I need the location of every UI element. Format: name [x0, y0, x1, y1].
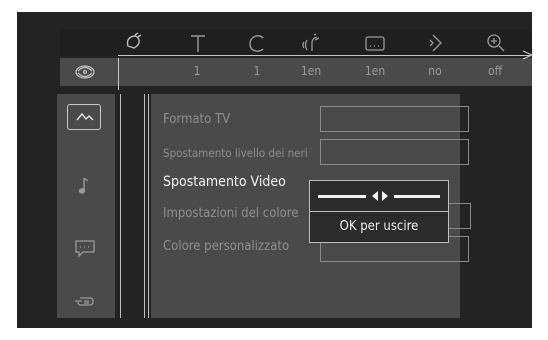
play-mode-icon[interactable]: [423, 31, 447, 55]
subtitle-language-value: 1en: [364, 64, 386, 78]
formato-tv-value-box[interactable]: [320, 106, 469, 132]
slider-track-right: [394, 195, 440, 198]
ok-to-exit-hint: OK per uscire: [339, 219, 419, 234]
subtitle-speech-icon[interactable]: [70, 234, 100, 264]
slider-track-left: [318, 195, 366, 198]
menu-item-spostamento-video[interactable]: Spostamento Video: [163, 174, 286, 190]
subtitle-text-icon[interactable]: [186, 31, 210, 55]
audio-language-icon[interactable]: [300, 31, 324, 55]
hand-pointer-icon[interactable]: [70, 287, 100, 317]
top-divider: [118, 58, 119, 90]
chapter-icon[interactable]: [245, 31, 269, 55]
sidebar: [57, 94, 115, 318]
video-shift-slider[interactable]: [310, 181, 448, 212]
picture-settings-icon[interactable]: [70, 102, 100, 132]
subtitle-box-icon[interactable]: [363, 31, 387, 55]
menu-item-impostazioni-colore[interactable]: Impostazioni del colore: [163, 206, 298, 221]
angle-value: 1: [193, 64, 201, 78]
separator-line: [120, 94, 121, 318]
separator-line: [144, 94, 145, 318]
play-mode-value: no: [428, 64, 442, 78]
top-arrow-line: [118, 55, 530, 56]
arrow-right-icon: [522, 50, 534, 60]
left-right-arrows-icon: [372, 191, 388, 201]
zoom-icon[interactable]: [484, 31, 508, 55]
audio-value: 1en: [300, 64, 322, 78]
video-shift-popup: OK per uscire: [309, 180, 449, 243]
angle-icon[interactable]: [121, 31, 145, 55]
tv-screen: 1 1 1en 1en no off Formato TV Spostament…: [17, 12, 534, 328]
disc-icon: [75, 65, 95, 79]
livello-neri-value-box[interactable]: [320, 139, 469, 165]
subtitle-value: 1: [253, 64, 261, 78]
menu-item-spostamento-livello-neri[interactable]: Spostamento livello dei neri: [163, 146, 308, 160]
menu-item-colore-personalizzato[interactable]: Colore personalizzato: [163, 239, 289, 254]
top-icons-strip: [60, 29, 532, 56]
separator-line: [148, 94, 149, 318]
menu-item-formato-tv[interactable]: Formato TV: [163, 112, 230, 127]
music-note-icon[interactable]: [70, 171, 100, 201]
top-status-bar: 1 1 1en 1en no off: [60, 29, 534, 99]
zoom-value: off: [487, 64, 503, 78]
